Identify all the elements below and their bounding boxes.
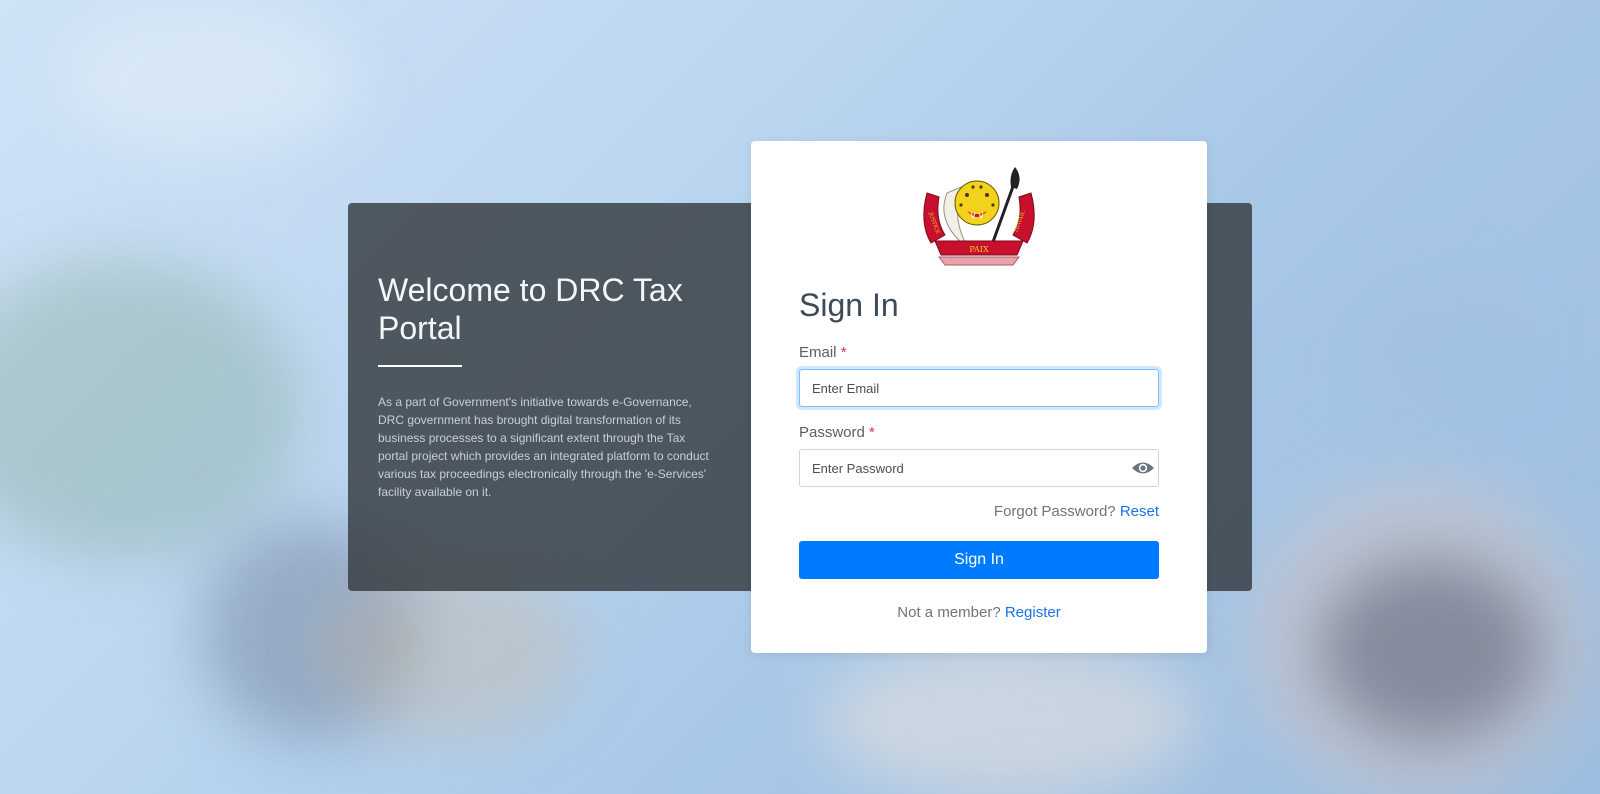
password-label: Password *	[799, 424, 875, 441]
welcome-title: Welcome to DRC Tax Portal	[378, 272, 683, 346]
login-card: PAIX JUSTICE TRAVAIL Sign In Email * Pas…	[751, 141, 1207, 653]
background-photo-blur	[60, 0, 360, 160]
email-label-text: Email	[799, 344, 837, 361]
welcome-divider	[378, 365, 462, 367]
forgot-password-text: Forgot Password?	[993, 503, 1116, 520]
forgot-password-row: Forgot Password? Reset	[994, 503, 1159, 520]
coat-of-arms-icon: PAIX JUSTICE TRAVAIL	[923, 167, 1035, 266]
motto-paix: PAIX	[969, 245, 989, 254]
background-photo-blur	[1320, 560, 1540, 740]
welcome-content: Welcome to DRC Tax Portal As a part of G…	[378, 271, 718, 501]
required-marker: *	[869, 424, 875, 441]
sign-in-title: Sign In	[799, 287, 899, 323]
background-photo-blur	[0, 260, 300, 560]
login-page: Welcome to DRC Tax Portal As a part of G…	[0, 0, 1600, 794]
password-input[interactable]	[799, 449, 1159, 487]
sign-in-button[interactable]: Sign In	[799, 541, 1159, 579]
email-label: Email *	[799, 344, 847, 361]
register-link[interactable]: Register	[1005, 604, 1061, 621]
email-input[interactable]	[799, 369, 1159, 407]
register-row: Not a member? Register	[751, 604, 1207, 621]
welcome-description: As a part of Government's initiative tow…	[378, 395, 709, 499]
not-member-text: Not a member?	[897, 604, 1001, 621]
reset-link[interactable]: Reset	[1120, 503, 1159, 520]
background-photo-blur	[1340, 280, 1520, 400]
background-photo-blur	[820, 640, 1200, 794]
eye-icon[interactable]	[1131, 458, 1155, 478]
password-label-text: Password	[799, 424, 865, 441]
required-marker: *	[840, 344, 847, 361]
